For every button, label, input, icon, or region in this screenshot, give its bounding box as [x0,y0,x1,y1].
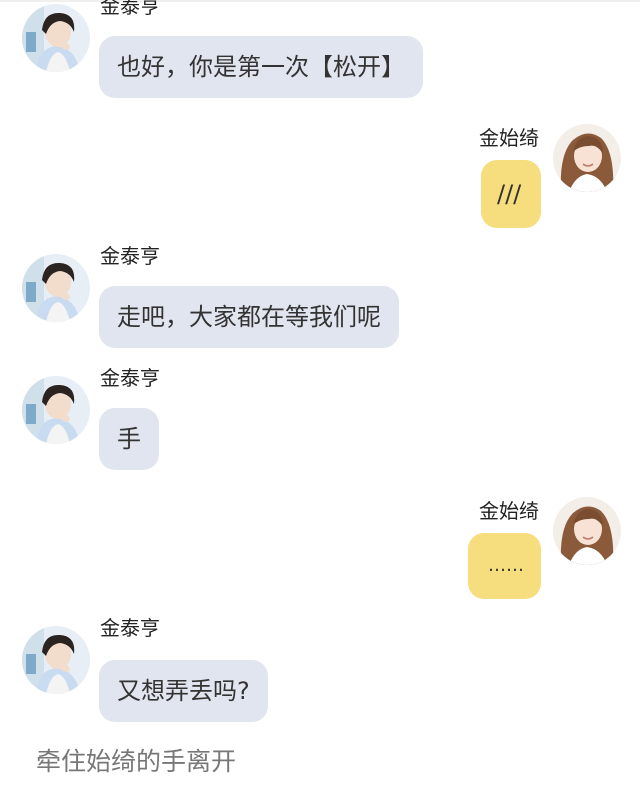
message-bubble[interactable]: …… [468,533,541,599]
message-bubble[interactable]: 又想弄丢吗? [99,660,268,722]
sender-name: 金始绮 [479,499,539,523]
male-avatar[interactable] [22,626,90,694]
female-avatar[interactable] [553,124,621,192]
message-bubble[interactable]: 手 [99,408,159,470]
message-bubble[interactable]: 也好，你是第一次【松开】 [99,36,423,98]
female-avatar[interactable] [553,497,621,565]
sender-name: 金始绮 [479,126,539,150]
male-avatar[interactable] [22,4,90,72]
sender-name: 金泰亨 [100,0,160,18]
message-bubble[interactable]: /// [481,160,541,228]
sender-name: 金泰亨 [100,616,160,640]
male-avatar[interactable] [22,254,90,322]
message-bubble[interactable]: 走吧，大家都在等我们呢 [99,286,399,348]
top-divider [0,0,640,2]
male-avatar[interactable] [22,376,90,444]
narration-text: 牵住始绮的手离开 [36,747,237,776]
sender-name: 金泰亨 [100,244,160,268]
sender-name: 金泰亨 [100,366,160,390]
